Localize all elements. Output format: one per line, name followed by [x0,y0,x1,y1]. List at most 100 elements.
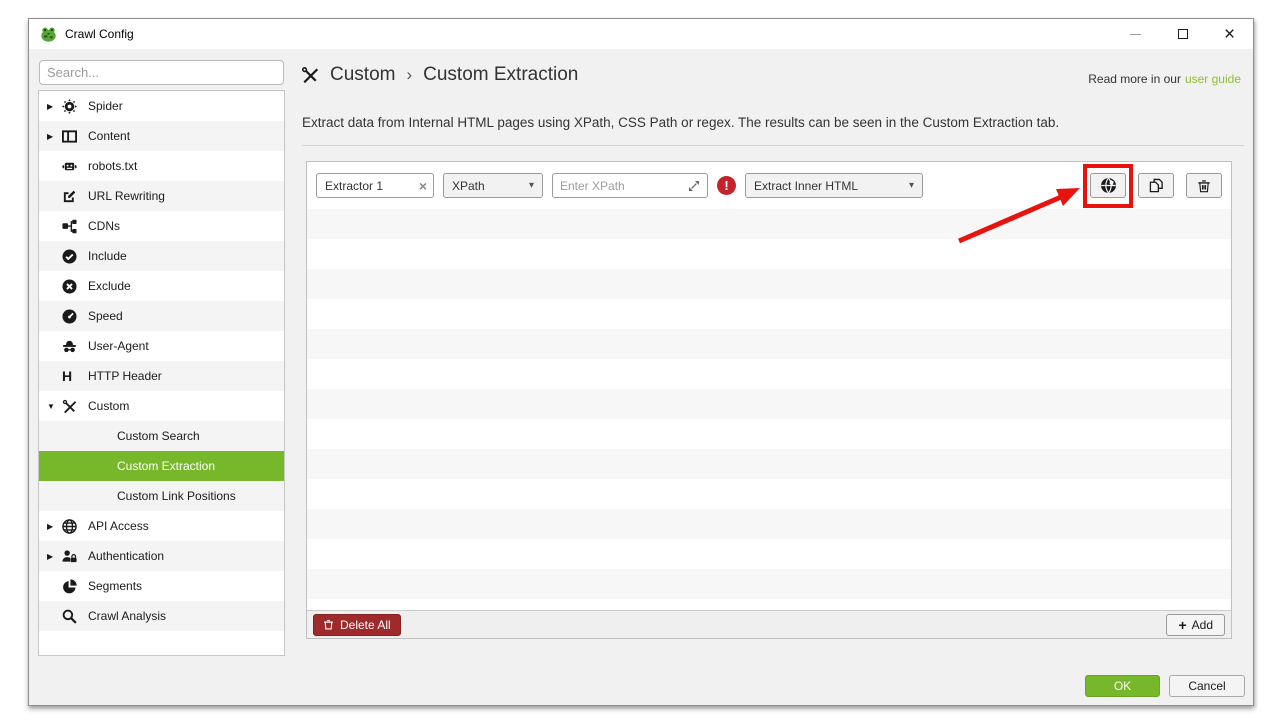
sidebar-item-user-agent[interactable]: User-Agent [39,331,284,361]
sidebar-item-label: CDNs [88,219,120,233]
xpath-input-field[interactable]: Enter XPath [552,173,708,198]
pie-chart-icon [62,578,88,594]
sidebar-item-segments[interactable]: Segments [39,571,284,601]
sidebar-item-label: Content [88,129,131,143]
edit-pencil-icon [62,189,88,204]
columns-icon [62,129,88,144]
extractor-name-field: × [316,173,434,198]
sidebar-item-label: HTTP Header [88,369,162,383]
robot-icon [62,159,88,174]
row-action-buttons [1083,164,1222,208]
copy-icon [1149,178,1163,193]
empty-extractor-rows [307,209,1231,610]
tools-icon [62,399,88,414]
close-button[interactable]: × [1206,19,1253,49]
collapse-arrow-icon[interactable]: ▼ [47,402,62,411]
sidebar-item-label: Authentication [88,549,165,563]
window-controls: × [1112,19,1253,49]
sidebar-item-custom-link-positions[interactable]: Custom Link Positions [39,481,284,511]
sidebar-item-exclude[interactable]: Exclude [39,271,284,301]
sidebar-item-speed[interactable]: Speed [39,301,284,331]
extractors-panel: × XPath ▾ Enter XPath ! Extract Inner HT… [306,161,1232,639]
chevron-down-icon: ▾ [528,180,534,191]
globe-icon [1100,177,1116,194]
maximize-button[interactable] [1159,19,1206,49]
page-description: Extract data from Internal HTML pages us… [302,115,1060,130]
clear-icon[interactable]: × [419,179,427,193]
maximize-icon [1177,29,1188,39]
sidebar-item-api-access[interactable]: ▶ API Access [39,511,284,541]
globe-icon [62,518,88,534]
speedometer-icon [62,308,88,324]
trash-icon [1198,179,1210,192]
sidebar-item-crawl-analysis[interactable]: Crawl Analysis [39,601,284,631]
gear-icon [62,98,88,114]
sidebar-item-label: API Access [88,519,149,533]
sidebar-item-authentication[interactable]: ▶ Authentication [39,541,284,571]
window-title: Crawl Config [65,27,134,41]
tools-icon [302,67,319,84]
xpath-placeholder: Enter XPath [560,178,625,193]
panel-footer: Delete All + Add [307,610,1231,638]
close-icon: × [1223,23,1236,45]
extractor-name-input[interactable] [319,178,405,193]
test-in-browser-button[interactable] [1090,173,1126,198]
expand-arrow-icon[interactable]: ▶ [47,102,62,111]
extractor-output-select[interactable]: Extract Inner HTML ▾ [745,173,923,198]
extractor-row: × XPath ▾ Enter XPath ! Extract Inner HT… [307,162,1231,209]
sidebar-item-http-header[interactable]: H HTTP Header [39,361,284,391]
sidebar-item-label: Include [88,249,127,263]
plus-icon: + [1178,616,1187,633]
sidebar-item-label: Crawl Analysis [88,609,167,623]
sidebar-item-label: Spider [88,99,123,113]
sidebar-item-label: Custom [88,399,130,413]
ok-button[interactable]: OK [1085,675,1160,697]
sidebar-item-spider[interactable]: ▶ Spider [39,91,284,121]
trash-icon [324,619,333,630]
minimize-button[interactable] [1112,19,1159,49]
sidebar-item-url-rewriting[interactable]: URL Rewriting [39,181,284,211]
sidebar-item-label: Custom Link Positions [117,489,236,503]
page-title: Custom Extraction [423,64,579,85]
sidebar-item-content[interactable]: ▶ Content [39,121,284,151]
letter-h-icon: H [62,368,73,384]
title-bar: Crawl Config × [29,19,1253,49]
search-input[interactable] [39,60,284,85]
x-circle-icon [62,278,88,294]
network-nodes-icon [62,219,88,234]
sidebar-item-label: Exclude [88,279,131,293]
sidebar-item-label: robots.txt [88,159,138,173]
sidebar-item-custom[interactable]: ▼ Custom [39,391,284,421]
sidebar-item-custom-search[interactable]: Custom Search [39,421,284,451]
sidebar-item-label: URL Rewriting [88,189,165,203]
incognito-icon [62,339,88,354]
check-circle-icon [62,248,88,264]
extractor-type-value: XPath [452,178,485,193]
sidebar-item-include[interactable]: Include [39,241,284,271]
extractor-type-select[interactable]: XPath ▾ [443,173,543,198]
sidebar-item-cdns[interactable]: CDNs [39,211,284,241]
expand-arrow-icon[interactable]: ▶ [47,522,62,531]
user-lock-icon [62,549,88,564]
duplicate-extractor-button[interactable] [1138,173,1174,198]
breadcrumb-parent[interactable]: Custom [330,64,395,86]
sidebar-item-label: User-Agent [88,339,149,353]
chevron-down-icon: ▾ [908,180,914,191]
sidebar-item-robots-txt[interactable]: robots.txt [39,151,284,181]
expand-arrow-icon[interactable]: ▶ [47,132,62,141]
cancel-button[interactable]: Cancel [1169,675,1245,697]
user-guide-link[interactable]: user guide [1185,72,1241,86]
breadcrumb: Custom › Custom Extraction [301,64,578,86]
config-section-tree: ▶ Spider ▶ Content robots.txt URL Rewrit… [38,90,285,656]
minimize-icon [1130,33,1141,35]
sidebar-item-label: Custom Extraction [117,459,216,473]
sidebar-item-label: Custom Search [117,429,200,443]
add-extractor-button[interactable]: + Add [1166,613,1225,636]
sidebar-item-custom-extraction[interactable]: Custom Extraction [39,451,284,481]
crawl-config-dialog: Crawl Config × ▶ Spider ▶ Content robots… [28,18,1254,706]
expand-arrow-icon[interactable]: ▶ [47,552,62,561]
delete-extractor-button[interactable] [1186,173,1222,198]
extractor-output-value: Extract Inner HTML [754,178,859,193]
expand-editor-icon[interactable] [688,180,700,192]
delete-all-button[interactable]: Delete All [313,613,401,636]
